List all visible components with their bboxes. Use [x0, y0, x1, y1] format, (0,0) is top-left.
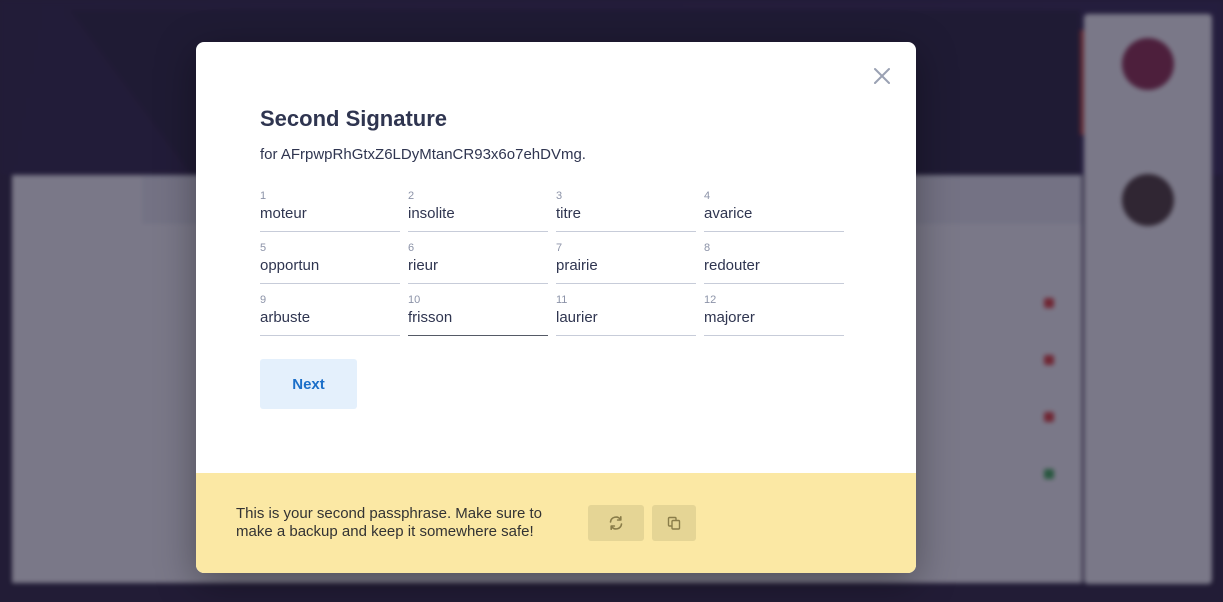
word-text: redouter	[704, 257, 760, 274]
word-text: avarice	[704, 205, 753, 222]
modal-subtitle: for AFrpwpRhGtxZ6LDyMtanCR93x6o7ehDVmg.	[260, 146, 586, 163]
word-number: 12	[704, 294, 717, 306]
refresh-icon	[609, 516, 623, 530]
passphrase-word: 2 insolite	[408, 188, 548, 232]
passphrase-word: 12 majorer	[704, 292, 844, 336]
word-number: 7	[556, 242, 563, 254]
second-signature-modal: Second Signature for AFrpwpRhGtxZ6LDyMta…	[196, 42, 916, 573]
next-button[interactable]: Next	[260, 359, 357, 409]
copy-button[interactable]	[652, 505, 696, 541]
word-number: 4	[704, 190, 711, 202]
word-number: 8	[704, 242, 711, 254]
passphrase-word: 7 prairie	[556, 240, 696, 284]
passphrase-word: 6 rieur	[408, 240, 548, 284]
word-text: arbuste	[260, 309, 311, 326]
word-number: 1	[260, 190, 267, 202]
modal-title: Second Signature	[260, 106, 448, 131]
word-text: insolite	[408, 205, 455, 222]
copy-icon	[667, 516, 681, 530]
word-number: 3	[556, 190, 563, 202]
passphrase-word: 1 moteur	[260, 188, 400, 232]
word-text: majorer	[704, 309, 755, 326]
word-number: 10	[408, 294, 421, 306]
word-text: prairie	[556, 257, 598, 274]
backup-warning-text: This is your second passphrase. Make sur…	[236, 505, 542, 540]
passphrase-word: 11 laurier	[556, 292, 696, 336]
passphrase-word: 9 arbuste	[260, 292, 400, 336]
word-number: 2	[408, 190, 415, 202]
passphrase-word: 5 opportun	[260, 240, 400, 284]
passphrase-word: 8 redouter	[704, 240, 844, 284]
word-text: frisson	[408, 309, 453, 326]
word-text: opportun	[260, 257, 320, 274]
word-number: 5	[260, 242, 267, 254]
passphrase-word: 3 titre	[556, 188, 696, 232]
passphrase-word: 4 avarice	[704, 188, 844, 232]
word-text: moteur	[260, 205, 307, 222]
word-text: rieur	[408, 257, 439, 274]
word-number: 11	[556, 294, 568, 306]
word-text: laurier	[556, 309, 598, 326]
passphrase-word-grid: 1 moteur 2 insolite 3 titre 4 avarice 5 …	[260, 188, 852, 336]
backup-warning-footer: This is your second passphrase. Make sur…	[196, 473, 916, 573]
word-text: titre	[556, 205, 582, 222]
word-number: 9	[260, 294, 267, 306]
word-number: 6	[408, 242, 415, 254]
close-button[interactable]	[870, 64, 894, 88]
passphrase-word: 10 frisson	[408, 292, 548, 336]
regenerate-button[interactable]	[588, 505, 644, 541]
close-icon	[874, 68, 890, 84]
